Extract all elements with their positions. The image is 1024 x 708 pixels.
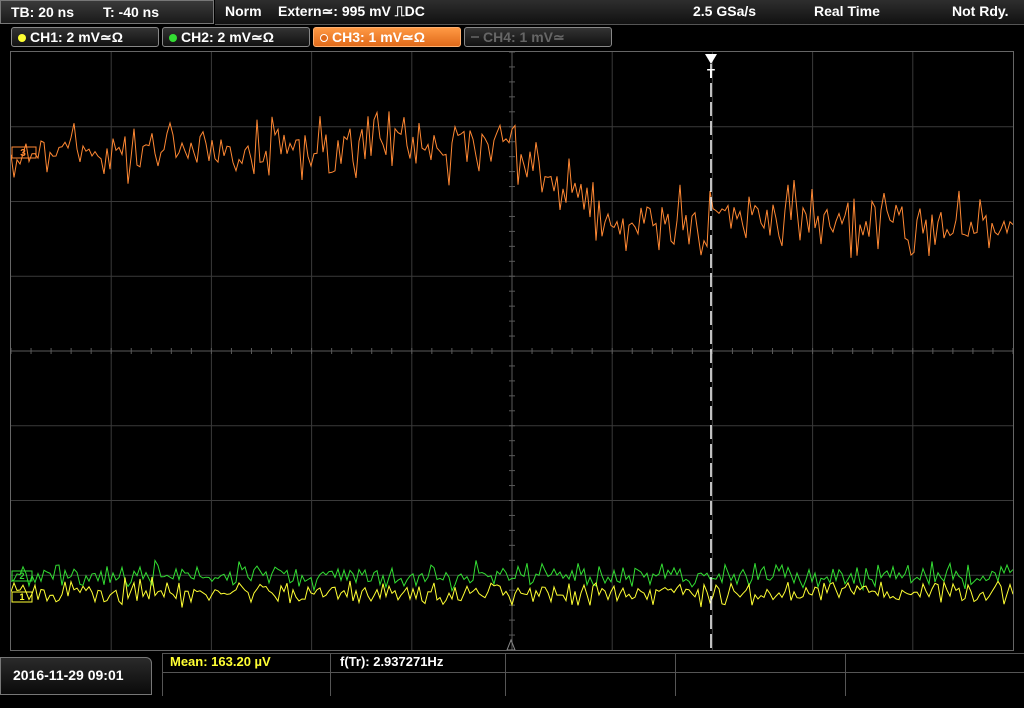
- graticule: [11, 52, 1013, 650]
- channel-3-dot-icon: [320, 34, 328, 42]
- trigger-source: Extern≃: 995 mV ⎍DC: [278, 3, 425, 19]
- channel-3-marker-label: 3: [20, 148, 26, 159]
- datetime-text: 2016-11-29 09:01: [13, 667, 124, 683]
- channel-2-button[interactable]: CH2: 2 mV≃Ω: [162, 27, 310, 47]
- waveform-display[interactable]: T 3 2 1: [10, 51, 1014, 651]
- timebase-value: TB: 20 ns: [11, 4, 75, 20]
- mean-measurement: Mean: 163.20 µV: [170, 654, 271, 669]
- measurement-table[interactable]: [162, 653, 1024, 696]
- trigger-marker-icon[interactable]: T: [705, 54, 717, 81]
- channel-2-label: CH2: 2 mV≃Ω: [181, 29, 274, 45]
- center-arrow-icon: [506, 638, 516, 650]
- channel-1-button[interactable]: CH1: 2 mV≃Ω: [11, 27, 159, 47]
- datetime-panel[interactable]: 2016-11-29 09:01: [0, 657, 152, 695]
- channel-3-label: CH3: 1 mV≃Ω: [332, 29, 425, 45]
- channel-1-marker-label: 1: [19, 592, 24, 602]
- channel-4-button[interactable]: CH4: 1 mV≃: [464, 27, 612, 47]
- acquisition-mode: Real Time: [814, 3, 880, 19]
- frequency-measurement: f(Tr): 2.937271Hz: [340, 654, 444, 669]
- channel-2-dot-icon: [169, 34, 177, 42]
- measurement-bar: 2016-11-29 09:01 Mean: 163.20 µV f(Tr): …: [0, 653, 1024, 696]
- channel-2-level-marker[interactable]: 2: [11, 570, 33, 582]
- top-status-bar: TB: 20 ns T: -40 ns Norm Extern≃: 995 mV…: [0, 0, 1024, 25]
- waveform-canvas: T 3 2 1: [11, 52, 1013, 650]
- channel-4-off-icon: [471, 36, 479, 38]
- channel-4-label: CH4: 1 mV≃: [483, 29, 565, 45]
- channel-1-dot-icon: [18, 34, 26, 42]
- channel-3-level-marker[interactable]: 3: [11, 146, 37, 159]
- sample-rate: 2.5 GSa/s: [693, 3, 757, 19]
- timebase-panel[interactable]: TB: 20 ns T: -40 ns: [0, 0, 214, 24]
- trigger-marker-label: T: [707, 66, 715, 81]
- status-text: Not Rdy.: [952, 3, 1009, 19]
- channel-3-button[interactable]: CH3: 1 mV≃Ω: [313, 27, 461, 47]
- channel-2-marker-label: 2: [19, 571, 24, 581]
- channel-bar: CH1: 2 mV≃Ω CH2: 2 mV≃Ω CH3: 1 mV≃Ω CH4:…: [0, 26, 1024, 48]
- channel-1-label: CH1: 2 mV≃Ω: [30, 29, 123, 45]
- trigger-time-value: T: -40 ns: [103, 4, 160, 20]
- trigger-mode: Norm: [225, 3, 262, 19]
- channel-1-level-marker[interactable]: 1: [11, 591, 33, 603]
